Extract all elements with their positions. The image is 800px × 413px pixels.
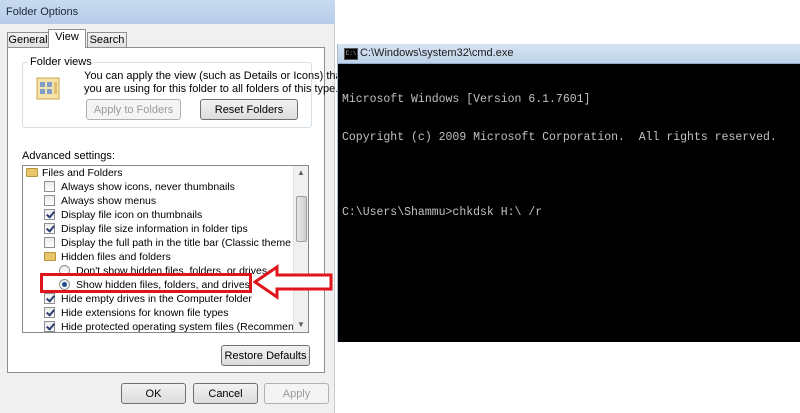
folder-options-dialog: Folder Options General View Search Folde… (0, 0, 345, 413)
apply-button[interactable]: Apply (264, 383, 329, 404)
cmd-title-bar[interactable]: C:\ C:\Windows\system32\cmd.exe (338, 44, 800, 64)
checkbox[interactable] (44, 223, 55, 234)
tab-view[interactable]: View (48, 29, 86, 48)
apply-to-folders-button[interactable]: Apply to Folders (86, 99, 181, 120)
tree-item-label: Hidden files and folders (61, 251, 171, 263)
reset-folders-button[interactable]: Reset Folders (200, 99, 298, 120)
folder-views-desc-2: you are using for this folder to all fol… (84, 83, 339, 95)
cmd-console-output[interactable]: Microsoft Windows [Version 6.1.7601] Cop… (342, 69, 777, 244)
tab-search[interactable]: Search (87, 32, 127, 47)
tab-general[interactable]: General (7, 32, 49, 47)
console-line: C:\Users\Shammu>chkdsk H:\ /r (342, 205, 543, 219)
folder-icon (44, 252, 56, 261)
folder-icon (26, 168, 38, 177)
folder-views-icon (36, 75, 62, 101)
folder-views-desc-1: You can apply the view (such as Details … (84, 70, 345, 82)
scroll-down-arrow-icon[interactable]: ▼ (294, 318, 308, 332)
tree-item-label: Display file icon on thumbnails (61, 209, 203, 221)
tree-item-label: Always show menus (61, 195, 157, 207)
vertical-scrollbar[interactable]: ▲ ▼ (293, 166, 308, 332)
annotation-arrow-icon (252, 264, 333, 300)
advanced-settings-label: Advanced settings: (22, 150, 115, 162)
cmd-title: C:\Windows\system32\cmd.exe (360, 47, 514, 59)
tree-item-label: Hide empty drives in the Computer folder (61, 293, 252, 305)
console-line: Microsoft Windows [Version 6.1.7601] (342, 93, 591, 106)
tree-item-label: Hide extensions for known file types (61, 307, 229, 319)
cancel-button[interactable]: Cancel (193, 383, 258, 404)
option-always-show-icons[interactable]: Always show icons, never thumbnails (23, 180, 293, 194)
ok-button[interactable]: OK (121, 383, 186, 404)
option-display-file-icon[interactable]: Display file icon on thumbnails (23, 208, 293, 222)
checkbox[interactable] (44, 209, 55, 220)
option-display-file-size[interactable]: Display file size information in folder … (23, 222, 293, 236)
tree-item-label: Files and Folders (42, 167, 123, 179)
tree-item-label: Always show icons, never thumbnails (61, 181, 235, 193)
scrollbar-thumb[interactable] (296, 196, 307, 242)
dialog-title-bar[interactable]: Folder Options (0, 0, 335, 24)
advanced-settings-list[interactable]: Files and Folders Always show icons, nev… (22, 165, 309, 333)
option-display-full-path[interactable]: Display the full path in the title bar (… (23, 236, 308, 250)
tree-group-files-and-folders: Files and Folders (23, 166, 293, 180)
checkbox[interactable] (44, 307, 55, 318)
tree-item-label: Hide protected operating system files (R… (61, 321, 309, 333)
scroll-up-arrow-icon[interactable]: ▲ (294, 166, 308, 180)
tree-item-label: Display file size information in folder … (61, 223, 248, 235)
checkbox[interactable] (44, 321, 55, 332)
option-hide-extensions[interactable]: Hide extensions for known file types (23, 306, 293, 320)
folder-views-label: Folder views (28, 56, 94, 68)
option-hide-protected-files[interactable]: Hide protected operating system files (R… (23, 320, 308, 332)
tree-group-hidden-files: Hidden files and folders (23, 250, 293, 264)
checkbox[interactable] (44, 195, 55, 206)
cmd-app-icon: C:\ (344, 48, 358, 60)
checkbox[interactable] (44, 293, 55, 304)
dialog-title: Folder Options (6, 6, 79, 18)
restore-defaults-button[interactable]: Restore Defaults (221, 345, 310, 366)
console-line: Copyright (c) 2009 Microsoft Corporation… (342, 130, 777, 144)
highlight-box (40, 273, 252, 293)
option-always-show-menus[interactable]: Always show menus (23, 194, 293, 208)
tree-item-label: Display the full path in the title bar (… (61, 237, 309, 249)
checkbox[interactable] (44, 237, 55, 248)
checkbox[interactable] (44, 181, 55, 192)
cmd-window: C:\ C:\Windows\system32\cmd.exe Microsof… (337, 44, 800, 342)
